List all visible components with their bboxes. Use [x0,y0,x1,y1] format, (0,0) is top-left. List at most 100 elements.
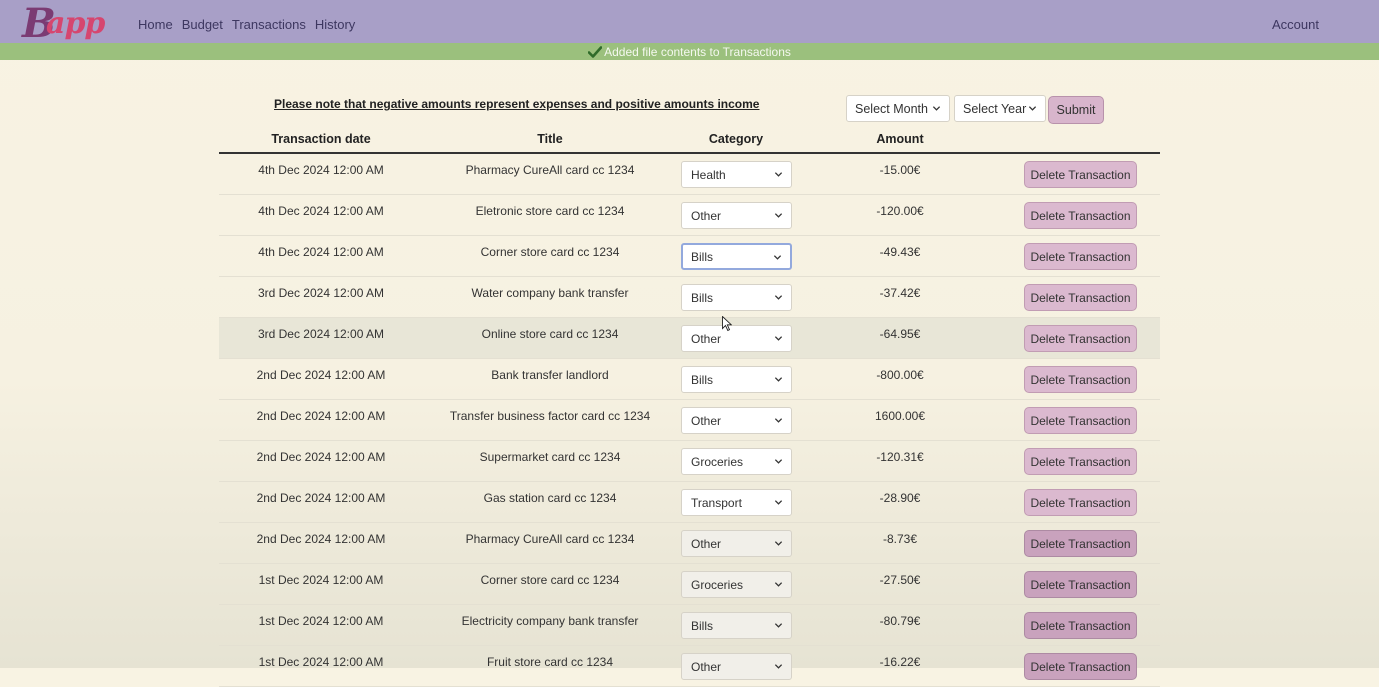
nav-link-home[interactable]: Home [138,17,173,32]
category-value: Other [691,331,722,346]
transaction-amount: -27.50€ [879,573,921,587]
chevron-down-icon [774,336,783,341]
delete-transaction-button[interactable]: Delete Transaction [1024,202,1137,229]
nav-links: Home Budget Transactions History [138,17,364,32]
transaction-amount: -120.00€ [876,204,924,218]
table-row: 1st Dec 2024 12:00 AM Corner store card c… [219,564,1160,605]
amount-note: Please note that negative amounts repres… [274,97,760,111]
transaction-date: 2nd Dec 2024 12:00 AM [256,532,386,546]
transaction-amount: -49.43€ [879,245,921,259]
table-body: 4th Dec 2024 12:00 AM Pharmacy CureAll ca… [219,154,1160,687]
transaction-date: 4th Dec 2024 12:00 AM [258,245,384,259]
month-select[interactable]: Select Month [846,95,950,122]
transactions-table: Transaction date Title Category Amount 4… [219,126,1160,687]
nav-link-history[interactable]: History [315,17,355,32]
table-row: 2nd Dec 2024 12:00 AM Transfer business f… [219,400,1160,441]
category-value: Bills [691,372,714,387]
table-row: 4th Dec 2024 12:00 AM Pharmacy CureAll ca… [219,154,1160,195]
chevron-down-icon [774,623,783,628]
navbar: B app Home Budget Transactions History A… [0,0,1379,47]
transaction-date: 4th Dec 2024 12:00 AM [258,163,384,177]
delete-transaction-button[interactable]: Delete Transaction [1024,366,1137,393]
category-select[interactable]: Groceries [681,571,792,598]
category-select[interactable]: Health [681,161,792,188]
nav-link-budget[interactable]: Budget [182,17,223,32]
category-select[interactable]: Bills [681,366,792,393]
category-value: Groceries [691,454,744,469]
header-date: Transaction date [271,132,371,146]
transaction-amount: -80.79€ [879,614,921,628]
transaction-date: 4th Dec 2024 12:00 AM [258,204,384,218]
app-logo[interactable]: B app [22,0,114,47]
category-select[interactable]: Other [681,653,792,680]
delete-transaction-button[interactable]: Delete Transaction [1024,243,1137,270]
transaction-amount: -37.42€ [879,286,921,300]
chevron-down-icon [774,582,783,587]
category-select[interactable]: Bills [681,243,792,270]
category-value: Other [691,413,722,428]
category-value: Other [691,536,722,551]
category-select[interactable]: Groceries [681,448,792,475]
transaction-title: Electricity company bank transfer [461,614,639,628]
transaction-amount: -64.95€ [879,327,921,341]
category-select[interactable]: Other [681,407,792,434]
category-select[interactable]: Other [681,530,792,557]
delete-transaction-button[interactable]: Delete Transaction [1024,407,1137,434]
transaction-date: 3rd Dec 2024 12:00 AM [257,327,385,341]
transaction-title: Bank transfer landlord [491,368,609,382]
transaction-amount: -800.00€ [876,368,924,382]
header-title: Title [537,132,563,146]
category-value: Bills [691,290,714,305]
table-header: Transaction date Title Category Amount [219,126,1160,154]
category-select[interactable]: Bills [681,612,792,639]
transaction-date: 2nd Dec 2024 12:00 AM [256,491,386,505]
transaction-amount: -8.73€ [882,532,918,546]
table-row: 4th Dec 2024 12:00 AM Eletronic store car… [219,195,1160,236]
transaction-amount: -16.22€ [879,655,921,669]
transaction-title: Corner store card cc 1234 [480,573,620,587]
category-select[interactable]: Transport [681,489,792,516]
delete-transaction-button[interactable]: Delete Transaction [1024,571,1137,598]
table-row: 3rd Dec 2024 12:00 AM Water company bank … [219,277,1160,318]
delete-transaction-button[interactable]: Delete Transaction [1024,530,1137,557]
delete-transaction-button[interactable]: Delete Transaction [1024,489,1137,516]
transaction-title: Pharmacy CureAll card cc 1234 [465,532,635,546]
table-row: 3rd Dec 2024 12:00 AM Online store card c… [219,318,1160,359]
table-row: 2nd Dec 2024 12:00 AM Supermarket card cc… [219,441,1160,482]
category-select[interactable]: Other [681,325,792,352]
header-amount: Amount [876,132,924,146]
chevron-down-icon [774,377,783,382]
category-value: Other [691,208,722,223]
nav-link-account[interactable]: Account [1272,17,1319,32]
transaction-date: 2nd Dec 2024 12:00 AM [256,409,386,423]
table-row: 2nd Dec 2024 12:00 AM Bank transfer landl… [219,359,1160,400]
table-row: 4th Dec 2024 12:00 AM Corner store card c… [219,236,1160,277]
transaction-date: 2nd Dec 2024 12:00 AM [256,450,386,464]
nav-link-transactions[interactable]: Transactions [232,17,306,32]
chevron-down-icon [932,106,941,111]
chevron-down-icon [774,172,783,177]
chevron-down-icon [774,295,783,300]
year-select[interactable]: Select Year [954,95,1046,122]
category-value: Bills [691,249,714,264]
transaction-title: Corner store card cc 1234 [480,245,620,259]
transaction-amount: 1600.00€ [874,409,926,423]
transaction-date: 3rd Dec 2024 12:00 AM [257,286,385,300]
mouse-cursor-icon [722,316,732,332]
transaction-date: 1st Dec 2024 12:00 AM [258,655,384,669]
delete-transaction-button[interactable]: Delete Transaction [1024,653,1137,680]
delete-transaction-button[interactable]: Delete Transaction [1024,448,1137,475]
delete-transaction-button[interactable]: Delete Transaction [1024,284,1137,311]
delete-transaction-button[interactable]: Delete Transaction [1024,325,1137,352]
submit-button[interactable]: Submit [1048,96,1104,124]
category-select[interactable]: Bills [681,284,792,311]
banner-message: Added file contents to Transactions [604,44,791,59]
chevron-down-icon [774,213,783,218]
category-select[interactable]: Other [681,202,792,229]
delete-transaction-button[interactable]: Delete Transaction [1024,161,1137,188]
transaction-title: Transfer business factor card cc 1234 [449,409,651,423]
delete-transaction-button[interactable]: Delete Transaction [1024,612,1137,639]
chevron-down-icon [774,459,783,464]
table-row: 2nd Dec 2024 12:00 AM Pharmacy CureAll ca… [219,523,1160,564]
check-icon [588,45,603,58]
